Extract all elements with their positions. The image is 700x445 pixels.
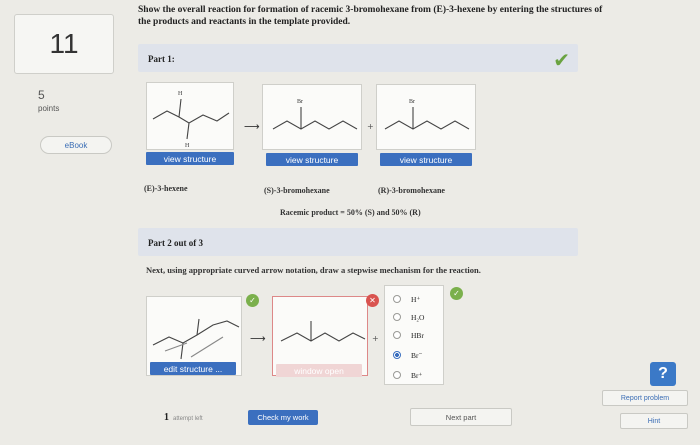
points-value: 5 bbox=[38, 88, 45, 102]
reagent-option-water[interactable]: H₂O bbox=[393, 310, 424, 324]
view-structure-button-2[interactable]: view structure bbox=[266, 153, 358, 166]
part2-instruction: Next, using appropriate curved arrow not… bbox=[146, 265, 481, 275]
r-bromo-atom: Br bbox=[409, 99, 415, 105]
reagent-option-br-plus[interactable]: Br⁺ bbox=[393, 368, 422, 382]
next-part-button[interactable]: Next part bbox=[410, 408, 512, 426]
question-number: 11 bbox=[14, 14, 114, 74]
product-s-name: (S)-3-bromohexane bbox=[264, 186, 330, 195]
window-open-button[interactable]: window open bbox=[276, 364, 362, 377]
error-close-icon[interactable]: ✕ bbox=[366, 294, 379, 307]
reagent-option-hbr[interactable]: HBr bbox=[393, 328, 424, 342]
check-badge-icon: ✓ bbox=[246, 294, 259, 307]
points-label: points bbox=[38, 104, 60, 113]
structure-box-product-r[interactable]: Br bbox=[376, 84, 476, 150]
part2-banner: Part 2 out of 3 bbox=[138, 228, 578, 256]
radio-button[interactable] bbox=[393, 313, 401, 321]
s-bromo-atom: Br bbox=[297, 99, 303, 105]
attempts-count: 1 bbox=[164, 412, 169, 423]
product-r-name: (R)-3-bromohexane bbox=[378, 186, 445, 195]
view-structure-button-1[interactable]: view structure bbox=[146, 152, 234, 165]
part2-title: Part 2 out of 3 bbox=[148, 238, 203, 248]
mechanism-arrow-icon: ⟶ bbox=[250, 332, 266, 345]
part1-banner: Part 1: ✔ bbox=[138, 44, 578, 72]
reagent-label: H⁺ bbox=[411, 294, 421, 304]
reagent-label: Br⁺ bbox=[411, 370, 423, 380]
points-indicator: 5 points bbox=[38, 88, 59, 113]
options-check-icon: ✓ bbox=[450, 287, 463, 300]
reagent-options-list: H⁺ H₂O HBr Br⁻ Br⁺ bbox=[384, 285, 444, 385]
report-problem-button[interactable]: Report problem bbox=[602, 390, 688, 406]
help-question-icon[interactable]: ? bbox=[650, 362, 676, 386]
check-my-work-button[interactable]: Check my work bbox=[248, 410, 318, 425]
r-bromohexane-drawing: Br bbox=[384, 99, 470, 130]
part1-title: Part 1: bbox=[148, 54, 175, 64]
reagent-label: HBr bbox=[411, 330, 424, 340]
structure-box-reactant[interactable]: H H bbox=[146, 82, 234, 150]
radio-button[interactable] bbox=[393, 331, 401, 339]
radio-button[interactable] bbox=[393, 371, 401, 379]
plus-sign-2: + bbox=[372, 334, 379, 343]
attempts-indicator: 1 attempt left bbox=[164, 412, 203, 423]
hint-button[interactable]: Hint bbox=[620, 413, 688, 429]
edit-structure-button[interactable]: edit structure ... bbox=[150, 362, 236, 375]
ebook-button[interactable]: eBook bbox=[40, 136, 112, 154]
reagent-label: H₂O bbox=[411, 312, 425, 322]
radio-button-selected[interactable] bbox=[393, 351, 401, 359]
check-icon: ✔ bbox=[553, 48, 570, 72]
racemic-product-text: Racemic product = 50% (S) and 50% (R) bbox=[280, 208, 421, 217]
question-text: Show the overall reaction for formation … bbox=[138, 5, 603, 27]
reagent-option-br-minus[interactable]: Br⁻ bbox=[393, 348, 422, 362]
reagent-label: Br⁻ bbox=[411, 350, 423, 360]
s-bromohexane-drawing: Br bbox=[272, 99, 358, 130]
attempts-label: attempt left bbox=[173, 416, 203, 422]
view-structure-button-3[interactable]: view structure bbox=[380, 153, 472, 166]
hexene-atom-top: H bbox=[178, 91, 183, 97]
reaction-arrow-icon: ⟶ bbox=[244, 120, 260, 133]
hexene-structure-drawing: H H bbox=[152, 91, 230, 149]
hexene-atom-bottom: H bbox=[185, 143, 190, 149]
reactant-name: (E)-3-hexene bbox=[144, 184, 188, 193]
plus-sign: + bbox=[367, 122, 374, 131]
radio-button[interactable] bbox=[393, 295, 401, 303]
reagent-option-h-plus[interactable]: H⁺ bbox=[393, 292, 420, 306]
structure-box-product-s[interactable]: Br bbox=[262, 84, 362, 150]
